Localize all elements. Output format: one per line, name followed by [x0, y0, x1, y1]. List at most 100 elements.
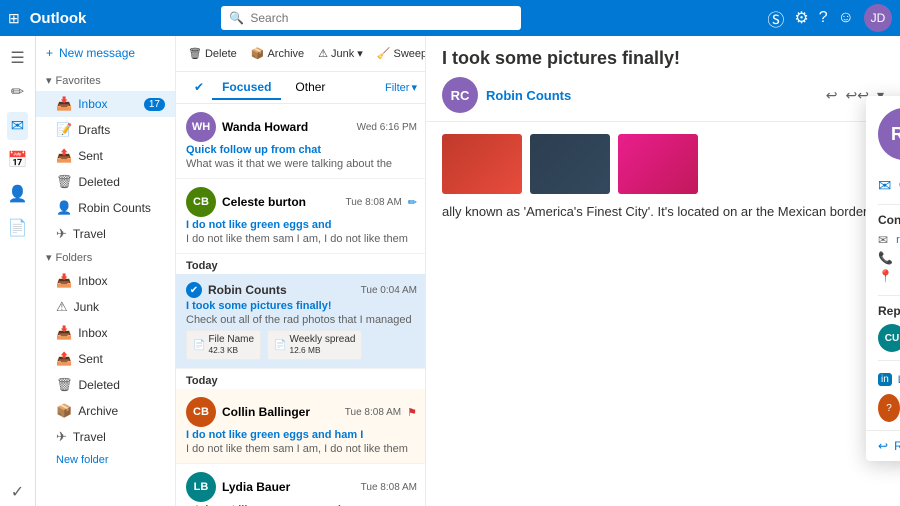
- message-subject: I took some pictures finally!: [186, 300, 417, 312]
- sidebar-item-drafts[interactable]: 📝 Drafts: [36, 117, 175, 143]
- filter-button[interactable]: Filter ▾: [385, 81, 417, 94]
- message-item[interactable]: CB Collin Ballinger Tue 8:08 AM ⚑ I do n…: [176, 389, 425, 464]
- contact-header[interactable]: Contact ›: [878, 213, 900, 227]
- new-folder-link[interactable]: New folder: [36, 450, 175, 470]
- chevron-down-icon: ▾: [46, 74, 52, 87]
- message-tabs: ✔ Focused Other Filter ▾: [176, 72, 425, 104]
- tab-focused[interactable]: Focused: [212, 76, 281, 100]
- search-bar[interactable]: 🔍: [221, 6, 521, 30]
- message-item[interactable]: CB Celeste burton Tue 8:08 AM ✏ I do not…: [176, 179, 425, 254]
- sender-name: Lydia Bauer: [222, 480, 355, 494]
- topbar: ⊞ Outlook 🔍 Ⓢ ⚙ ? ☺ JD: [0, 0, 900, 36]
- file-icon: 📄: [193, 340, 205, 351]
- delete-button[interactable]: 🗑 Delete: [184, 45, 241, 62]
- sidebar-item-travel[interactable]: ✈ Travel: [36, 221, 175, 247]
- archive-button[interactable]: 📦 Archive: [247, 45, 308, 62]
- drafts-icon: 📝: [56, 122, 72, 138]
- sidebar-item-folders-inbox[interactable]: 📥 Inbox: [36, 268, 175, 294]
- attachment-item[interactable]: 📄 File Name42.3 KB: [186, 330, 261, 360]
- help-icon[interactable]: ?: [819, 9, 828, 27]
- sender-name-reading[interactable]: Robin Counts: [486, 88, 571, 103]
- topbar-icons: Ⓢ ⚙ ? ☺ JD: [767, 4, 892, 32]
- message-toolbar: 🗑 Delete 📦 Archive ⚠ Junk ▾ 🧹 Sweep → Mo…: [176, 36, 425, 72]
- reply-icon[interactable]: ↩: [826, 87, 838, 104]
- sidebar-item-folders-inbox2[interactable]: 📥 Inbox: [36, 320, 175, 346]
- match-row: ? Several possible matches for Robin Cou…: [878, 394, 900, 422]
- travel-icon-2: ✈: [56, 429, 67, 445]
- sidebar-item-deleted[interactable]: 🗑 Deleted: [36, 169, 175, 195]
- message-time: Wed 6:16 PM: [357, 122, 417, 133]
- settings-icon[interactable]: ⚙: [794, 8, 808, 28]
- search-input[interactable]: [250, 11, 513, 25]
- sender-avatar: WH: [186, 112, 216, 142]
- message-list: 🗑 Delete 📦 Archive ⚠ Junk ▾ 🧹 Sweep → Mo…: [176, 36, 426, 506]
- people-icon[interactable]: 👤: [4, 180, 32, 208]
- message-item[interactable]: LB Lydia Bauer Tue 8:08 AM > I do not li…: [176, 464, 425, 506]
- sender-avatar-reading[interactable]: RC: [442, 77, 478, 113]
- phone-row: 📞 123-456-7890: [878, 251, 900, 265]
- linkedin-row[interactable]: in LinkedIn profile ›: [878, 369, 900, 390]
- sidebar-item-folders-travel[interactable]: ✈ Travel: [36, 424, 175, 450]
- inbox-icon-2: 📥: [56, 273, 72, 289]
- inbox-badge: 17: [144, 98, 165, 111]
- contact-actions: ✉ 💬 in Find profile ···: [866, 172, 900, 204]
- compose-icon[interactable]: ✏: [7, 78, 28, 106]
- sidebar-item-folders-junk[interactable]: ⚠ Junk: [36, 294, 175, 320]
- reports-section: Reports to › CU Callie Underwood Interna…: [866, 296, 900, 360]
- reports-to-row: CU Callie Underwood Internal Data Consul…: [878, 324, 900, 352]
- new-message-button[interactable]: + New message: [36, 40, 175, 66]
- skype-icon[interactable]: Ⓢ: [767, 6, 784, 31]
- person-icon: 👤: [56, 200, 72, 216]
- sidebar-item-inbox[interactable]: 📥 Inbox 17: [36, 91, 175, 117]
- grid-icon[interactable]: ⊞: [8, 10, 20, 27]
- contact-email[interactable]: robincounts@contoso.com: [896, 234, 900, 246]
- app-name: Outlook: [30, 10, 87, 27]
- contact-card: RC Robin Counts ★ Senior researcher Rese…: [866, 96, 900, 461]
- email-row: ✉ robincounts@contoso.com: [878, 233, 900, 247]
- travel-icon: ✈: [56, 226, 67, 242]
- sender-name: Robin Counts: [208, 283, 355, 297]
- message-list-body: WH Wanda Howard Wed 6:16 PM Quick follow…: [176, 104, 425, 506]
- left-rail: ☰ ✏ ✉ 📅 👤 📄 ✓: [0, 36, 36, 506]
- smiley-icon[interactable]: ☺: [838, 9, 854, 27]
- sender-avatar: LB: [186, 472, 216, 502]
- message-item[interactable]: WH Wanda Howard Wed 6:16 PM Quick follow…: [176, 104, 425, 179]
- body-text: ally known as 'America's Finest City'. I…: [442, 204, 884, 219]
- tab-other[interactable]: Other: [285, 76, 335, 100]
- reply-all-button[interactable]: ↩ Reply all: [866, 430, 900, 461]
- inbox-icon: 📥: [56, 96, 72, 112]
- calendar-icon[interactable]: 📅: [4, 146, 32, 174]
- sidebar-item-folders-archive[interactable]: 📦 Archive: [36, 398, 175, 424]
- reply-all-icon-card: ↩: [878, 439, 888, 453]
- attachment-item[interactable]: 📄 Weekly spread12.6 MB: [267, 330, 362, 360]
- hamburger-icon[interactable]: ☰: [6, 44, 28, 72]
- sweep-button[interactable]: 🧹 Sweep: [373, 45, 426, 62]
- reports-header[interactable]: Reports to ›: [878, 304, 900, 318]
- linkedin-section: in LinkedIn profile › ? Several possible…: [866, 361, 900, 430]
- sidebar-item-folders-deleted[interactable]: 🗑 Deleted: [36, 372, 175, 398]
- contact-section: Contact › ✉ robincounts@contoso.com 📞 12…: [866, 205, 900, 295]
- sender-name: Collin Ballinger: [222, 405, 339, 419]
- email-action-icon[interactable]: ✉: [878, 176, 891, 196]
- folders-header[interactable]: ▾ Folders: [36, 247, 175, 268]
- sidebar-item-sent[interactable]: 📤 Sent: [36, 143, 175, 169]
- favorites-header[interactable]: ▾ Favorites: [36, 70, 175, 91]
- sender-avatar: CB: [186, 187, 216, 217]
- sidebar-item-robin-counts[interactable]: 👤 Robin Counts: [36, 195, 175, 221]
- avatar[interactable]: JD: [864, 4, 892, 32]
- reading-body: ally known as 'America's Finest City'. I…: [426, 122, 900, 506]
- junk-button[interactable]: ⚠ Junk ▾: [314, 45, 367, 62]
- message-item-selected[interactable]: ✔ Robin Counts Tue 0:04 AM I took some p…: [176, 274, 425, 369]
- sidebar-item-folders-sent[interactable]: 📤 Sent: [36, 346, 175, 372]
- message-preview: I do not like them sam I am, I do not li…: [186, 233, 417, 245]
- message-preview: Check out all of the rad photos that I m…: [186, 314, 417, 326]
- mail-icon[interactable]: ✉: [7, 112, 28, 140]
- files-icon[interactable]: 📄: [4, 214, 32, 242]
- contact-card-header: RC Robin Counts ★ Senior researcher Rese…: [866, 96, 900, 172]
- sidebar: + New message ▾ Favorites 📥 Inbox 17 📝 D…: [36, 36, 176, 506]
- message-time: Tue 0:04 AM: [361, 285, 417, 296]
- sender-name: Celeste burton: [222, 195, 339, 209]
- reading-header: I took some pictures finally! RC Robin C…: [426, 36, 900, 122]
- message-check: ✔: [186, 282, 202, 298]
- checkmark-icon[interactable]: ✓: [7, 478, 28, 506]
